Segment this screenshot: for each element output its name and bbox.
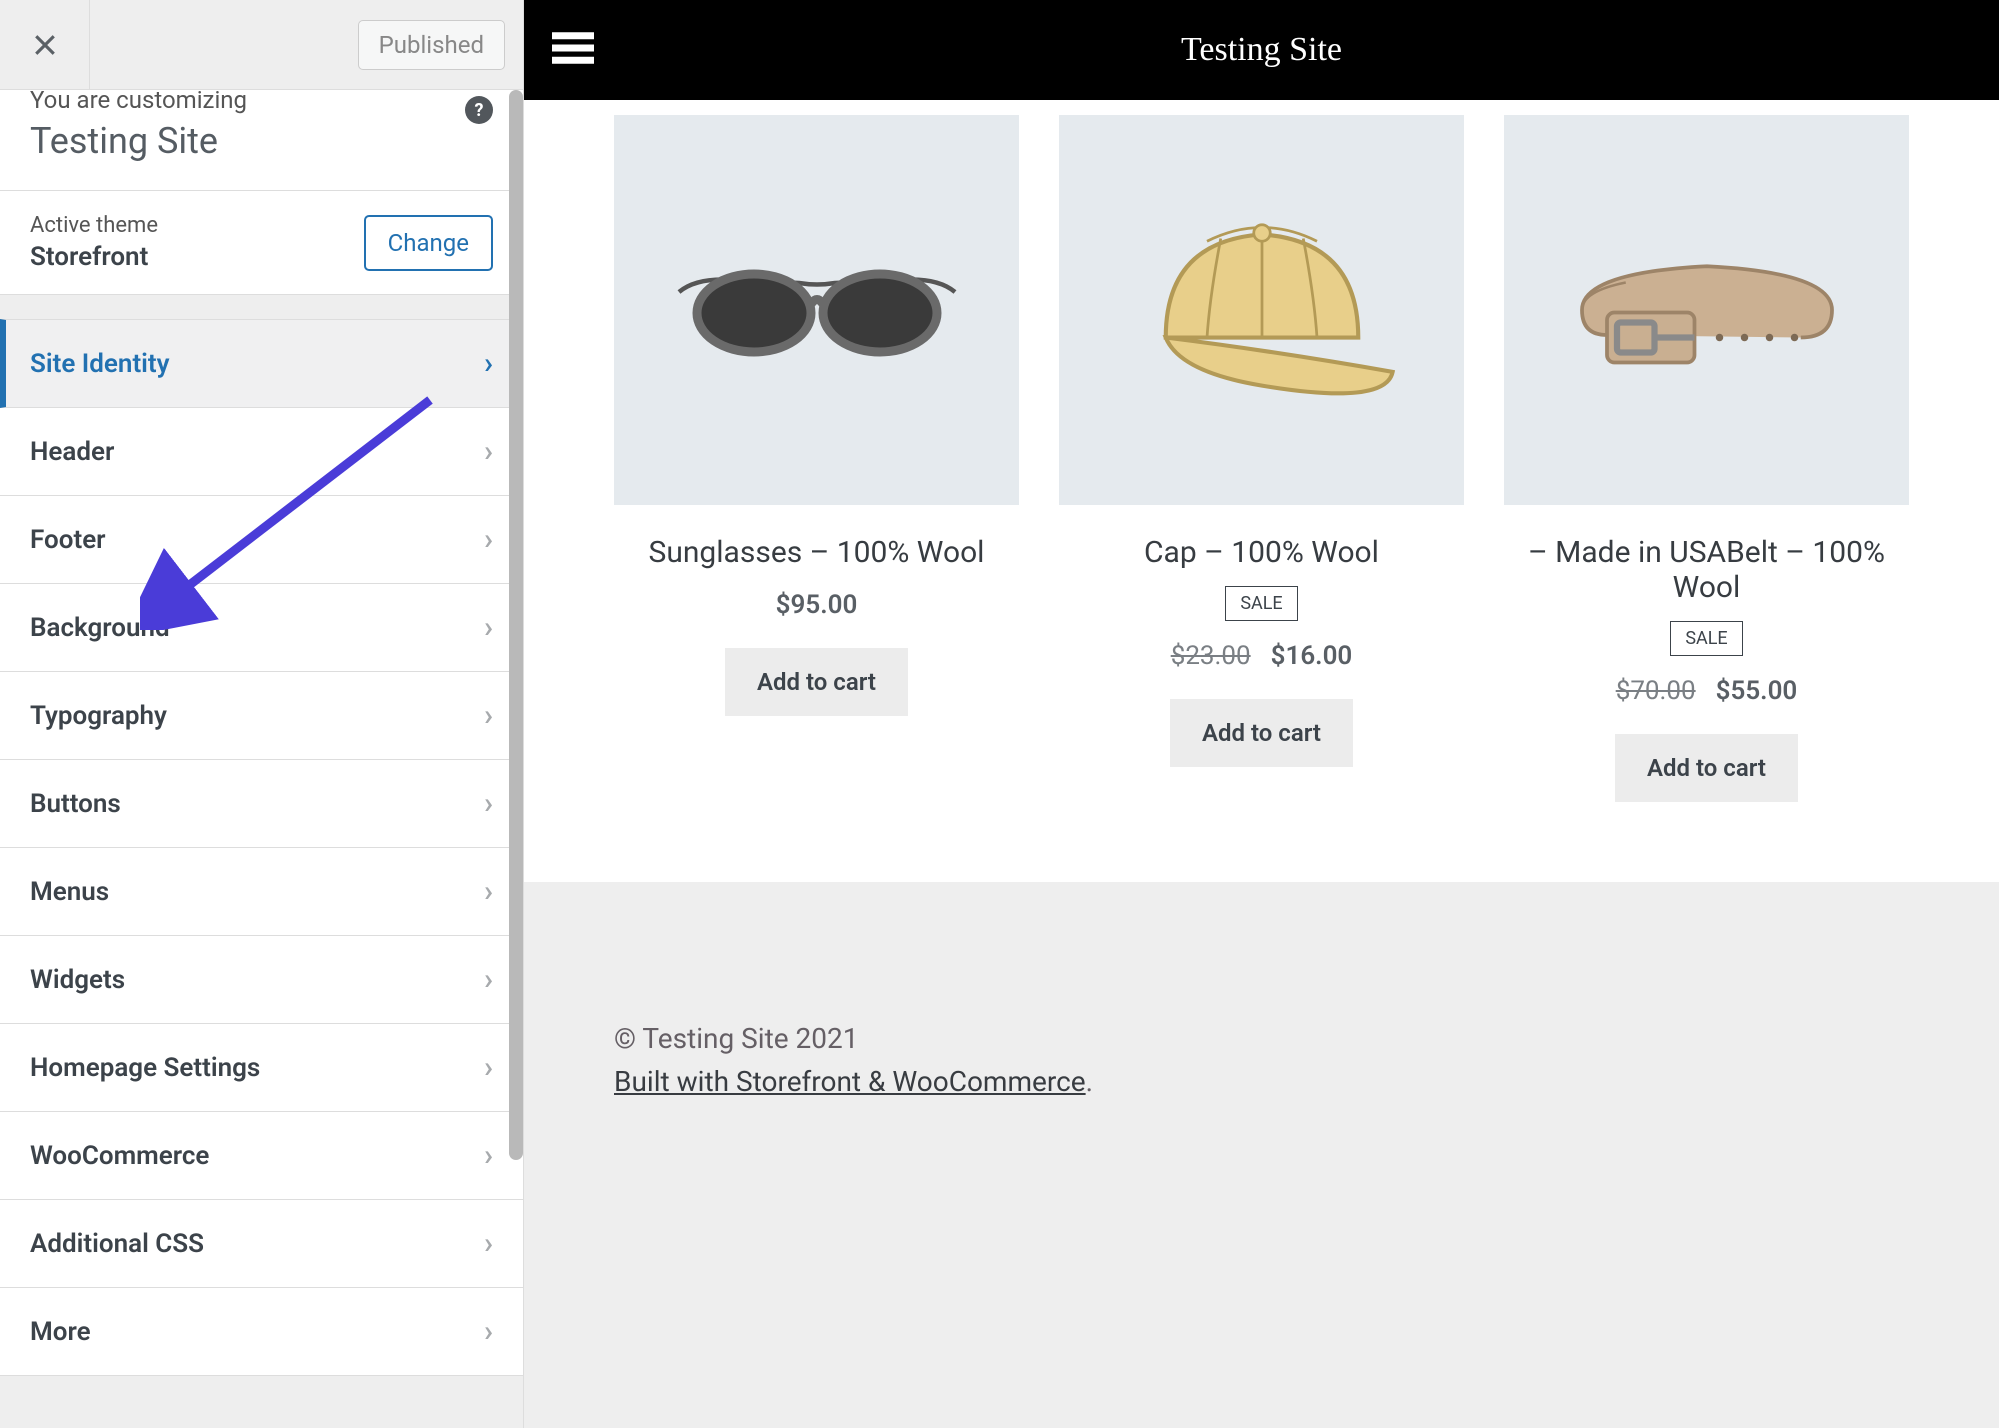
chevron-right-icon: › — [484, 610, 493, 645]
old-price: $70.00 — [1616, 676, 1696, 706]
cap-illustration — [1112, 200, 1412, 420]
chevron-right-icon: › — [484, 786, 493, 821]
customizer-context: You are customizing Testing Site ? — [0, 90, 523, 191]
chevron-right-icon: › — [484, 1050, 493, 1085]
sunglasses-illustration — [667, 200, 967, 420]
hamburger-icon — [552, 27, 594, 69]
section-more[interactable]: More › — [0, 1288, 523, 1376]
active-theme-name: Storefront — [30, 242, 158, 272]
price-row: $70.00 $55.00 — [1504, 676, 1909, 706]
section-menus[interactable]: Menus › — [0, 848, 523, 936]
chevron-right-icon: › — [484, 1314, 493, 1349]
section-header[interactable]: Header › — [0, 408, 523, 496]
section-label: Typography — [30, 701, 167, 731]
footer-credit-link[interactable]: Built with Storefront & WooCommerce — [614, 1065, 1086, 1098]
change-theme-button[interactable]: Change — [364, 215, 493, 271]
product-card: Sunglasses – 100% Wool $95.00 Add to cart — [614, 115, 1019, 802]
chevron-right-icon: › — [484, 962, 493, 997]
section-label: Footer — [30, 525, 106, 555]
section-homepage-settings[interactable]: Homepage Settings › — [0, 1024, 523, 1112]
chevron-right-icon: › — [484, 1226, 493, 1261]
section-label: Header — [30, 437, 114, 467]
section-label: Site Identity — [30, 349, 170, 379]
section-woocommerce[interactable]: WooCommerce › — [0, 1112, 523, 1200]
section-label: Widgets — [30, 965, 125, 995]
chevron-right-icon: › — [484, 522, 493, 557]
site-title: Testing Site — [524, 31, 1999, 69]
product-image[interactable] — [614, 115, 1019, 505]
price: $55.00 — [1716, 676, 1798, 706]
product-card: Cap – 100% Wool SALE $23.00 $16.00 Add to ca… — [1059, 115, 1464, 802]
product-title[interactable]: Cap – 100% Wool — [1059, 535, 1464, 570]
section-background[interactable]: Background › — [0, 584, 523, 672]
product-image[interactable] — [1504, 115, 1909, 505]
active-theme-label: Active theme — [30, 213, 158, 238]
section-label: More — [30, 1317, 91, 1347]
add-to-cart-button[interactable]: Add to cart — [1170, 699, 1353, 767]
customizer-pretitle: You are customizing — [30, 86, 493, 114]
section-label: WooCommerce — [30, 1141, 209, 1171]
footer-credit-period: . — [1086, 1065, 1093, 1098]
product-card: – Made in USABelt – 100% WoolSALE$70.00$… — [1504, 115, 1909, 802]
section-buttons[interactable]: Buttons › — [0, 760, 523, 848]
product-title[interactable]: Sunglasses – 100% Wool — [614, 535, 1019, 570]
customizer-site-title: Testing Site — [30, 120, 493, 162]
chevron-right-icon: › — [484, 1138, 493, 1173]
customizer-sidebar: Published You are customizing Testing Si… — [0, 0, 524, 1428]
old-price: $23.00 — [1171, 641, 1251, 671]
price: $95.00 — [776, 590, 858, 620]
price-row: $95.00 — [614, 590, 1019, 620]
sidebar-scrollbar[interactable] — [509, 90, 523, 1428]
product-title[interactable]: – Made in USABelt – 100% Wool — [1504, 535, 1909, 605]
site-preview: Testing Site Sunglasses – 100% Wool $95.0… — [524, 0, 1999, 1428]
sale-badge: SALE — [1225, 586, 1297, 621]
section-footer[interactable]: Footer › — [0, 496, 523, 584]
sidebar-scroll-thumb[interactable] — [509, 90, 523, 1160]
help-icon[interactable]: ? — [465, 96, 493, 124]
section-label: Background — [30, 613, 170, 643]
add-to-cart-button[interactable]: Add to cart — [725, 648, 908, 716]
menu-toggle-button[interactable] — [552, 27, 594, 73]
site-footer: © Testing Site 2021 Built with Storefron… — [524, 882, 1999, 1428]
site-header: Testing Site — [524, 0, 1999, 100]
section-typography[interactable]: Typography › — [0, 672, 523, 760]
section-site-identity[interactable]: Site Identity › — [0, 319, 523, 408]
section-label: Buttons — [30, 789, 121, 819]
publish-button[interactable]: Published — [358, 20, 505, 70]
active-theme-panel: Active theme Storefront Change — [0, 191, 523, 295]
add-to-cart-button[interactable]: Add to cart — [1615, 734, 1798, 802]
product-image[interactable] — [1059, 115, 1464, 505]
section-additional-css[interactable]: Additional CSS › — [0, 1200, 523, 1288]
chevron-right-icon: › — [484, 346, 493, 381]
chevron-right-icon: › — [484, 874, 493, 909]
section-label: Homepage Settings — [30, 1053, 260, 1083]
section-label: Menus — [30, 877, 109, 907]
belt-illustration — [1557, 200, 1857, 420]
section-widgets[interactable]: Widgets › — [0, 936, 523, 1024]
close-icon — [30, 30, 60, 60]
price: $16.00 — [1271, 641, 1353, 671]
footer-copyright: © Testing Site 2021 — [614, 1022, 1909, 1055]
sale-badge: SALE — [1670, 621, 1742, 656]
section-label: Additional CSS — [30, 1229, 204, 1259]
product-grid: Sunglasses – 100% Wool$95.00Add to cartC… — [524, 100, 1999, 882]
customizer-sections: Site Identity›Header›Footer›Background›T… — [0, 319, 523, 1376]
close-button[interactable] — [0, 0, 90, 90]
chevron-right-icon: › — [484, 698, 493, 733]
chevron-right-icon: › — [484, 434, 493, 469]
customizer-topbar: Published — [0, 0, 523, 90]
price-row: $23.00 $16.00 — [1059, 641, 1464, 671]
